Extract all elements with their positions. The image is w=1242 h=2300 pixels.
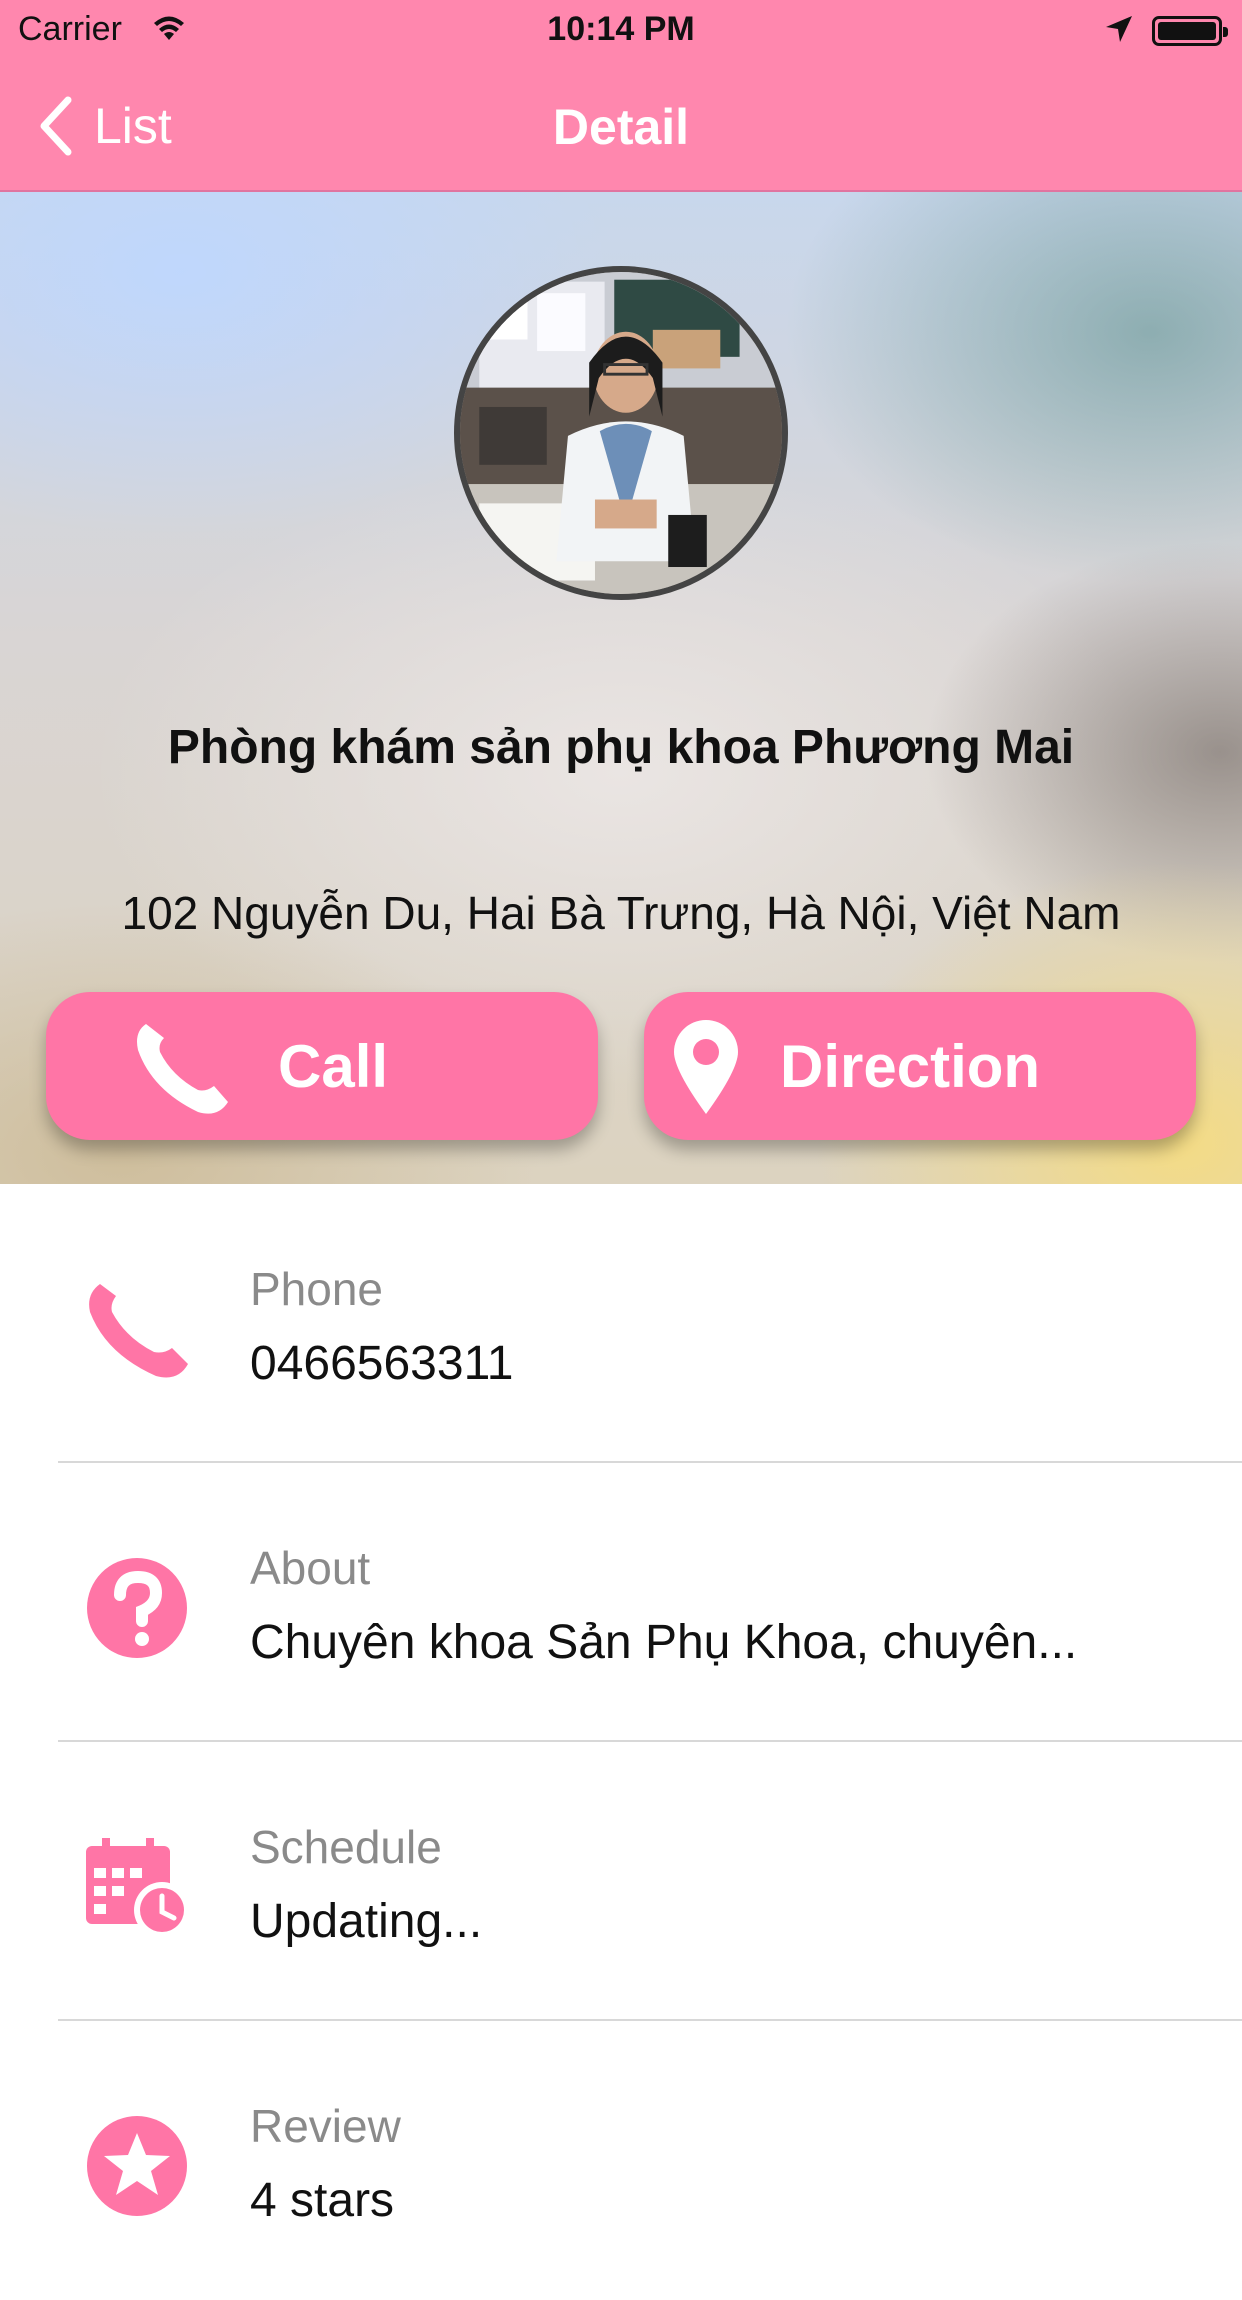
phone-label: Phone [250,1263,384,1315]
page-title: Detail [552,99,690,155]
phone-value: 0466563311 [250,1337,514,1390]
status-bar: Carrier 10:14 PM [0,0,1242,60]
navigation-bar: List Detail [0,60,1242,190]
review-value: 4 stars [250,2174,395,2227]
call-button-label: Call [278,1033,389,1100]
clinic-header: Phòng khám sản phụ khoa Phương Mai 102 N… [0,192,1242,1184]
clinic-name: Phòng khám sản phụ khoa Phương Mai [167,721,1075,774]
direction-button-label: Direction [780,1033,1041,1100]
about-value: Chuyên khoa Sản Phụ Khoa, chuyên... [250,1616,1078,1669]
status-time: 10:14 PM [547,10,695,48]
schedule-row[interactable]: Schedule Updating... [0,1742,1242,2021]
question-icon [87,1558,187,1658]
phone-icon [89,1284,188,1378]
review-label: Review [250,2100,401,2152]
call-button[interactable]: Call [46,992,598,1140]
location-arrow-icon [1104,14,1134,53]
top-bar: Carrier 10:14 PM List Detail [0,0,1242,192]
about-label: About [250,1542,371,1594]
star-icon [87,2116,187,2216]
about-row[interactable]: About Chuyên khoa Sản Phụ Khoa, chuyên..… [0,1463,1242,1742]
schedule-label: Schedule [250,1821,442,1873]
clinic-address: 102 Nguyễn Du, Hai Bà Trưng, Hà Nội, Việ… [121,887,1121,939]
doctor-avatar [454,266,788,600]
review-row[interactable]: Review 4 stars [0,2021,1242,2300]
calendar-clock-icon [86,1838,190,1938]
battery-icon [1152,16,1228,46]
phone-icon [137,1024,228,1114]
schedule-value: Updating... [250,1895,483,1948]
map-pin-icon [674,1020,738,1114]
direction-button[interactable]: Direction [644,992,1196,1140]
phone-row[interactable]: Phone 0466563311 [0,1184,1242,1463]
detail-list: Phone 0466563311 About Chuyên khoa Sản P… [0,1184,1242,2300]
